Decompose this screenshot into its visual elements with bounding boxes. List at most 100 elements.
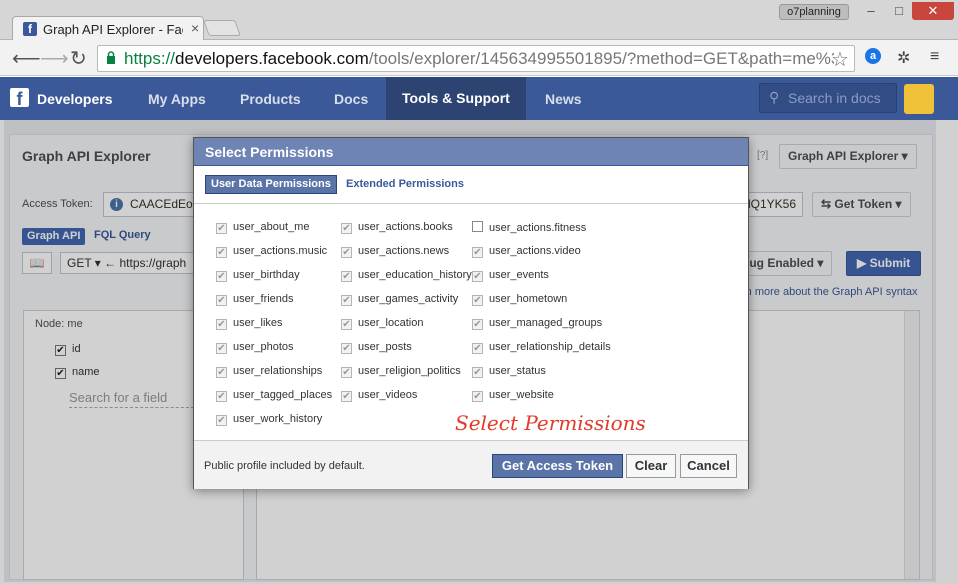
- permission-label: user_events: [489, 269, 549, 281]
- checkbox-icon[interactable]: ✔: [341, 391, 352, 402]
- tab-title: Graph API Explorer - Facel: [43, 22, 183, 37]
- permission-label: user_relationships: [233, 365, 323, 377]
- permission-label: user_actions.fitness: [489, 222, 587, 234]
- url-scheme: https://: [124, 49, 176, 68]
- window-close-button[interactable]: ✕: [912, 2, 954, 20]
- tab-close-icon[interactable]: ×: [191, 20, 199, 36]
- checkbox-icon[interactable]: ✔: [472, 367, 483, 378]
- permission-label: user_actions.books: [358, 221, 453, 233]
- checkbox-icon[interactable]: ✔: [341, 319, 352, 330]
- permission-item[interactable]: ✔ user_location: [341, 317, 423, 330]
- checkbox-icon[interactable]: ✔: [216, 391, 227, 402]
- checkbox-icon[interactable]: ✔: [216, 367, 227, 378]
- permission-item[interactable]: ✔ user_hometown: [472, 293, 567, 306]
- permission-label: user_videos: [358, 389, 418, 401]
- nav-my-apps[interactable]: My Apps: [148, 91, 206, 107]
- cancel-button[interactable]: Cancel: [680, 454, 737, 478]
- get-access-token-button[interactable]: Get Access Token: [492, 454, 623, 478]
- address-bar[interactable]: https://developers.facebook.com/tools/ex…: [97, 45, 855, 72]
- browser-tab[interactable]: f Graph API Explorer - Facel ×: [12, 16, 204, 41]
- checkbox-icon[interactable]: ✔: [216, 319, 227, 330]
- checkbox-icon[interactable]: ✔: [341, 271, 352, 282]
- menu-icon[interactable]: ≡: [930, 48, 939, 66]
- checkbox-icon[interactable]: ✔: [341, 367, 352, 378]
- permission-label: user_relationship_details: [489, 341, 611, 353]
- permission-item[interactable]: user_actions.fitness: [472, 221, 586, 234]
- permission-item[interactable]: ✔ user_likes: [216, 317, 283, 330]
- facebook-favicon-icon: f: [23, 22, 37, 36]
- permission-label: user_about_me: [233, 221, 310, 233]
- checkbox-icon[interactable]: ✔: [216, 223, 227, 234]
- permission-item[interactable]: ✔ user_actions.books: [341, 221, 453, 234]
- checkbox-icon[interactable]: ✔: [341, 295, 352, 306]
- dialog-title: Select Permissions: [194, 138, 748, 166]
- nav-tools-support[interactable]: Tools & Support: [386, 77, 526, 120]
- star-icon[interactable]: ☆: [831, 47, 849, 72]
- nav-products[interactable]: Products: [240, 91, 301, 107]
- permission-label: user_games_activity: [358, 293, 459, 305]
- permission-item[interactable]: ✔ user_work_history: [216, 413, 322, 426]
- permission-item[interactable]: ✔ user_events: [472, 269, 549, 282]
- permission-item[interactable]: ✔ user_education_history: [341, 269, 472, 282]
- checkbox-icon[interactable]: ✔: [341, 343, 352, 354]
- permission-label: user_website: [489, 389, 554, 401]
- checkbox-icon[interactable]: ✔: [472, 271, 483, 282]
- checkbox-icon[interactable]: ✔: [216, 343, 227, 354]
- checkbox-icon[interactable]: ✔: [472, 295, 483, 306]
- clear-button[interactable]: Clear: [626, 454, 676, 478]
- tab-extended-permissions[interactable]: Extended Permissions: [346, 178, 464, 190]
- checkbox-icon[interactable]: ✔: [216, 247, 227, 258]
- checkbox-icon[interactable]: [472, 221, 483, 232]
- permission-item[interactable]: ✔ user_games_activity: [341, 293, 458, 306]
- permission-item[interactable]: ✔ user_religion_politics: [341, 365, 461, 378]
- docs-search-input[interactable]: ⚲ Search in docs: [759, 83, 897, 113]
- permission-item[interactable]: ✔ user_actions.news: [341, 245, 449, 258]
- maximize-button[interactable]: □: [884, 2, 914, 20]
- footer-note: Public profile included by default.: [204, 460, 365, 472]
- permission-label: user_actions.music: [233, 245, 328, 257]
- permission-item[interactable]: ✔ user_status: [472, 365, 546, 378]
- checkbox-icon[interactable]: ✔: [341, 223, 352, 234]
- permission-item[interactable]: ✔ user_relationships: [216, 365, 322, 378]
- permission-item[interactable]: ✔ user_tagged_places: [216, 389, 332, 402]
- checkbox-icon[interactable]: ✔: [341, 247, 352, 258]
- checkbox-icon[interactable]: ✔: [216, 295, 227, 306]
- permission-item[interactable]: ✔ user_friends: [216, 293, 294, 306]
- permission-item[interactable]: ✔ user_posts: [341, 341, 412, 354]
- minimize-button[interactable]: –: [856, 2, 886, 20]
- permission-item[interactable]: ✔ user_videos: [341, 389, 417, 402]
- checkbox-icon[interactable]: ✔: [472, 343, 483, 354]
- bug-icon[interactable]: ✲: [897, 48, 910, 68]
- permission-item[interactable]: ✔ user_about_me: [216, 221, 309, 234]
- forward-icon[interactable]: ⟶: [40, 46, 69, 71]
- new-tab-button[interactable]: [203, 20, 241, 36]
- brand-developers[interactable]: Developers: [37, 91, 112, 107]
- permission-label: user_friends: [233, 293, 294, 305]
- nav-docs[interactable]: Docs: [334, 91, 368, 107]
- checkbox-icon[interactable]: ✔: [472, 319, 483, 330]
- permission-item[interactable]: ✔ user_relationship_details: [472, 341, 611, 354]
- permission-label: user_actions.video: [489, 245, 581, 257]
- permission-item[interactable]: ✔ user_actions.video: [472, 245, 581, 258]
- nav-news[interactable]: News: [545, 91, 582, 107]
- extension-icon[interactable]: a: [865, 48, 881, 64]
- avatar[interactable]: [904, 84, 934, 114]
- back-icon[interactable]: ⟵: [12, 46, 41, 71]
- reload-icon[interactable]: ↻: [70, 46, 87, 71]
- permission-item[interactable]: ✔ user_actions.music: [216, 245, 327, 258]
- checkbox-icon[interactable]: ✔: [216, 271, 227, 282]
- url-path: /tools/explorer/145634995501895/?method=…: [368, 49, 834, 68]
- permission-item[interactable]: ✔ user_photos: [216, 341, 294, 354]
- profile-badge[interactable]: o7planning: [779, 4, 849, 20]
- checkbox-icon[interactable]: ✔: [472, 247, 483, 258]
- checkbox-icon[interactable]: ✔: [216, 415, 227, 426]
- permission-item[interactable]: ✔ user_managed_groups: [472, 317, 602, 330]
- permission-item[interactable]: ✔ user_website: [472, 389, 554, 402]
- permission-item[interactable]: ✔ user_birthday: [216, 269, 300, 282]
- permission-label: user_posts: [358, 341, 412, 353]
- permission-label: user_photos: [233, 341, 294, 353]
- checkbox-icon[interactable]: ✔: [472, 391, 483, 402]
- tab-user-data-permissions[interactable]: User Data Permissions: [205, 175, 337, 194]
- browser-toolbar: ⟵ ⟶ ↻ https://developers.facebook.com/to…: [0, 40, 958, 76]
- facebook-logo-icon[interactable]: f: [10, 88, 29, 109]
